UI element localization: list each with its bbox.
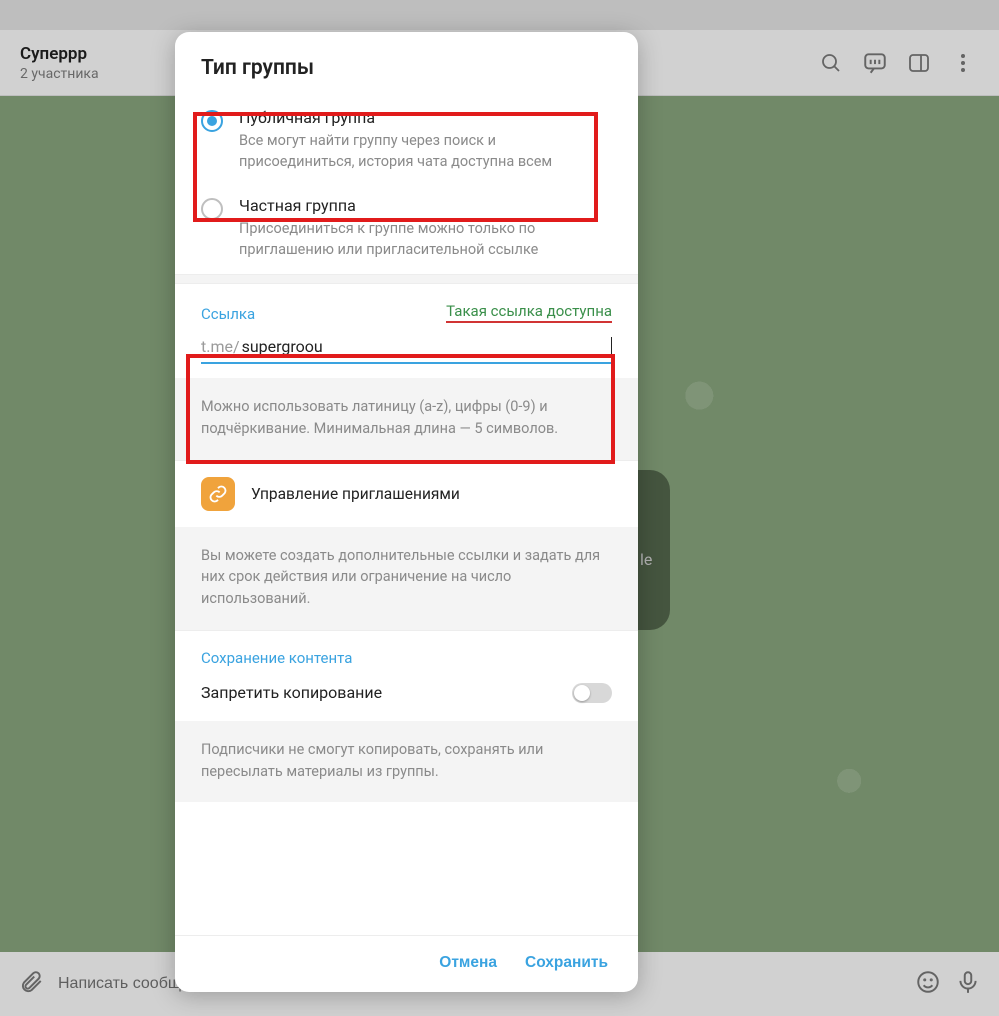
radio-private-desc: Присоединиться к группе можно только по … bbox=[239, 218, 559, 260]
save-button[interactable]: Сохранить bbox=[525, 954, 608, 972]
modal-title: Тип группы bbox=[175, 32, 638, 94]
link-icon bbox=[201, 477, 235, 511]
manage-invites-label: Управление приглашениями bbox=[251, 485, 460, 503]
manage-invites-button[interactable]: Управление приглашениями bbox=[175, 461, 638, 527]
forbid-copy-toggle[interactable] bbox=[572, 683, 612, 703]
forbid-copy-hint: Подписчики не смогут копировать, сохраня… bbox=[175, 721, 638, 803]
link-availability-status: Такая ссылка доступна bbox=[446, 302, 612, 323]
forbid-copy-label: Запретить копирование bbox=[201, 683, 382, 702]
annotation-highlight bbox=[186, 354, 615, 464]
link-label: Ссылка bbox=[201, 305, 255, 323]
invites-hint: Вы можете создать дополнительные ссылки … bbox=[175, 527, 638, 631]
cancel-button[interactable]: Отмена bbox=[439, 954, 497, 972]
annotation-highlight bbox=[193, 112, 598, 222]
content-section-title: Сохранение контента bbox=[175, 631, 638, 673]
